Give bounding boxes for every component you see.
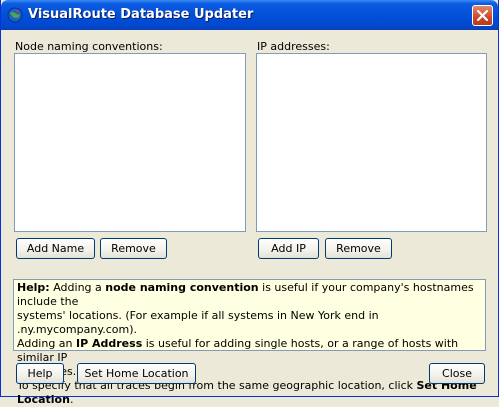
help-text-box: Help: Adding a node naming convention is… <box>13 279 486 406</box>
close-icon <box>477 10 488 21</box>
set-home-location-button[interactable]: Set Home Location <box>77 363 196 384</box>
help-emphasis: node naming convention <box>105 281 259 294</box>
add-ip-button[interactable]: Add IP <box>258 238 319 259</box>
help-emphasis: IP Address <box>76 337 143 350</box>
close-button[interactable]: Close <box>429 363 485 384</box>
help-text: Adding a <box>49 281 106 294</box>
globe-icon <box>7 7 23 23</box>
help-heading: Help: <box>17 281 50 294</box>
help-text: . <box>69 393 74 406</box>
help-text: Adding an <box>17 337 77 350</box>
help-line-2: systems' locations. (For example if all … <box>17 309 379 336</box>
window-title: VisualRoute Database Updater <box>28 7 254 22</box>
node-naming-list[interactable] <box>14 53 246 232</box>
remove-name-button[interactable]: Remove <box>100 238 167 259</box>
title-bar[interactable]: VisualRoute Database Updater <box>1 0 498 30</box>
node-naming-label: Node naming conventions: <box>15 40 163 53</box>
dialog-window: VisualRoute Database Updater Node naming… <box>0 0 499 406</box>
remove-ip-button[interactable]: Remove <box>325 238 392 259</box>
ip-addresses-list[interactable] <box>256 53 487 232</box>
add-name-button[interactable]: Add Name <box>16 238 95 259</box>
help-button[interactable]: Help <box>16 363 64 384</box>
help-line-1: Help: Adding a node naming convention is… <box>17 281 482 309</box>
help-line-3: Adding an IP Address is useful for addin… <box>17 337 482 365</box>
ip-addresses-label: IP addresses: <box>257 40 330 53</box>
close-window-button[interactable] <box>472 5 493 26</box>
